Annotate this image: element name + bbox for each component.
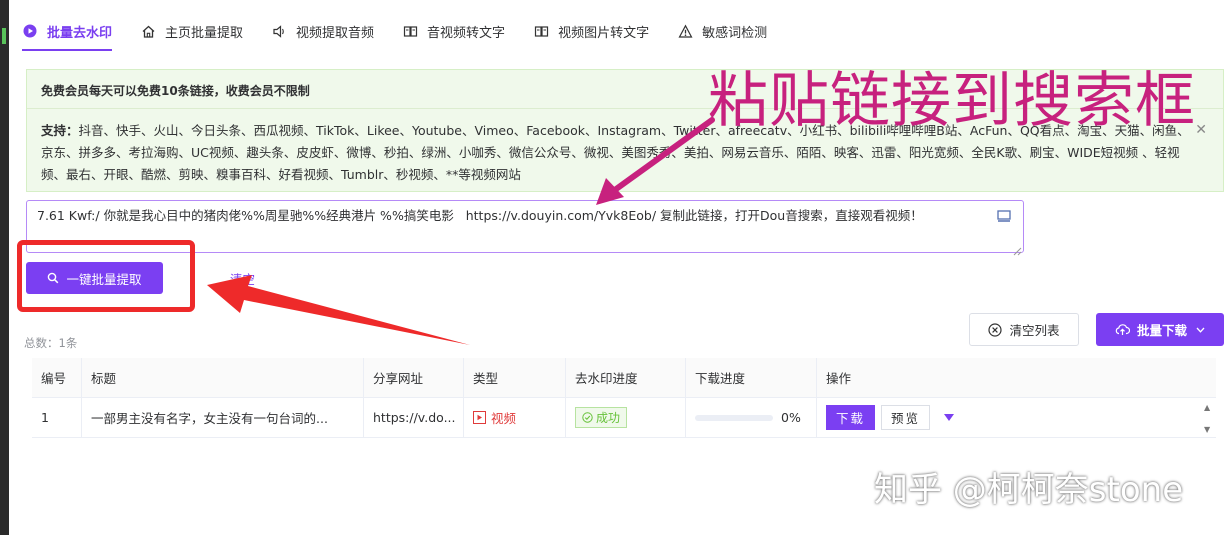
zhihu-watermark: 知乎 @柯柯奈stone [874, 470, 1184, 510]
red-arrow [207, 275, 470, 345]
paste-hint-annotation: 粘贴链接到搜索框 [708, 66, 1196, 136]
highlight-box [17, 240, 195, 312]
app-window: 批量去水印 主页批量提取 视频提取音频 音视频转文字 视频图片转文字 敏感词检测… [0, 0, 1231, 535]
magenta-arrow [596, 117, 715, 205]
